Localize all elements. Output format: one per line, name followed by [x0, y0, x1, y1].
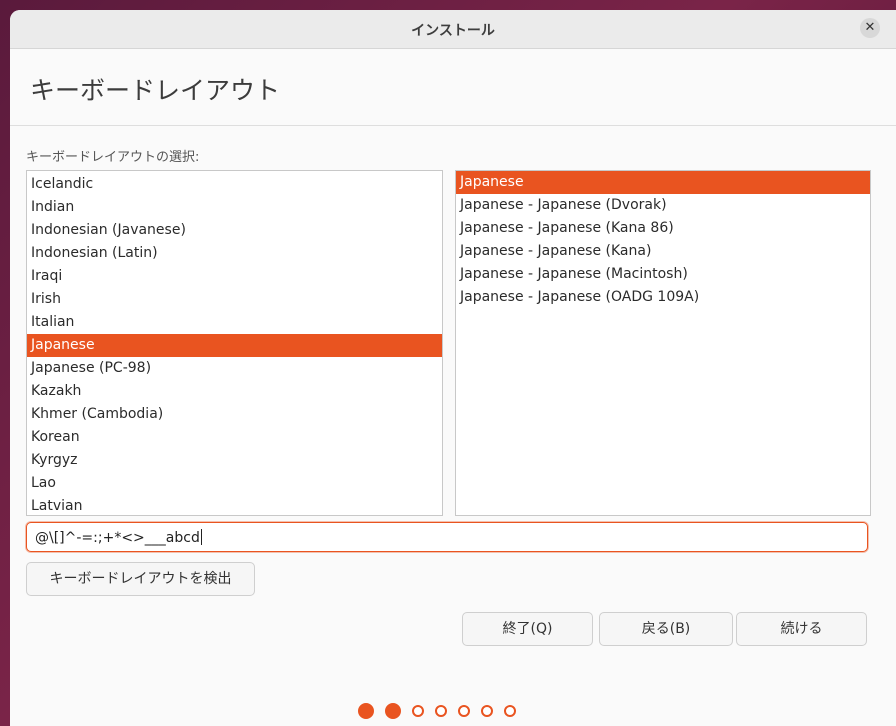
- variant-list-item[interactable]: Japanese - Japanese (Kana 86): [456, 217, 870, 240]
- layout-list-items: Icelandic Indian Indonesian (Javanese) Indo…: [27, 171, 442, 515]
- layout-list-item[interactable]: Latvian: [27, 495, 442, 515]
- variant-list-item[interactable]: Japanese - Japanese (OADG 109A): [456, 286, 870, 309]
- continue-button[interactable]: 続ける: [736, 612, 867, 646]
- quit-button[interactable]: 終了(Q): [462, 612, 593, 646]
- progress-dot: [458, 705, 470, 717]
- page-header: キーボードレイアウト: [10, 49, 896, 126]
- progress-indicator: [358, 703, 516, 721]
- page-title: キーボードレイアウト: [30, 76, 281, 105]
- window-title: インストール: [411, 23, 495, 39]
- layout-list-item[interactable]: Japanese: [27, 334, 442, 357]
- variant-list-item[interactable]: Japanese - Japanese (Dvorak): [456, 194, 870, 217]
- progress-dot: [435, 705, 447, 717]
- layout-list-item[interactable]: Irish: [27, 288, 442, 311]
- installer-window: インストール ✕ キーボードレイアウト キーボードレイアウトの選択: Icela…: [10, 10, 896, 726]
- layout-list-item[interactable]: Indonesian (Javanese): [27, 219, 442, 242]
- layout-list-item[interactable]: Korean: [27, 426, 442, 449]
- layout-list-item[interactable]: Iraqi: [27, 265, 442, 288]
- progress-dot: [358, 703, 374, 719]
- progress-dot: [481, 705, 493, 717]
- layout-list-item[interactable]: Indian: [27, 196, 442, 219]
- layout-list-item[interactable]: Kyrgyz: [27, 449, 442, 472]
- layout-list-item[interactable]: Italian: [27, 311, 442, 334]
- progress-dot: [412, 705, 424, 717]
- variant-list[interactable]: Japanese Japanese - Japanese (Dvorak) Japa…: [455, 170, 871, 516]
- layout-list-item[interactable]: Lao: [27, 472, 442, 495]
- variant-list-item[interactable]: Japanese: [456, 171, 870, 194]
- layout-list-item[interactable]: Kazakh: [27, 380, 442, 403]
- progress-dot: [504, 705, 516, 717]
- keyboard-test-value: @\[]^-=:;+*<>___abcd: [35, 530, 200, 546]
- text-caret: [200, 529, 202, 545]
- keyboard-test-input[interactable]: @\[]^-=:;+*<>___abcd: [26, 522, 868, 552]
- variant-list-items: Japanese Japanese - Japanese (Dvorak) Japa…: [456, 171, 870, 309]
- progress-dot: [385, 703, 401, 719]
- layout-list-item[interactable]: Japanese (PC-98): [27, 357, 442, 380]
- layout-list-item[interactable]: Icelandic: [27, 173, 442, 196]
- layout-select-label: キーボードレイアウトの選択:: [26, 150, 200, 165]
- layout-list-item[interactable]: Indonesian (Latin): [27, 242, 442, 265]
- layout-list[interactable]: Icelandic Indian Indonesian (Javanese) Indo…: [26, 170, 443, 516]
- layout-list-item[interactable]: Khmer (Cambodia): [27, 403, 442, 426]
- variant-list-item[interactable]: Japanese - Japanese (Macintosh): [456, 263, 870, 286]
- variant-list-item[interactable]: Japanese - Japanese (Kana): [456, 240, 870, 263]
- back-button[interactable]: 戻る(B): [599, 612, 733, 646]
- close-button[interactable]: ✕: [860, 18, 880, 38]
- title-bar: インストール ✕: [10, 10, 896, 49]
- detect-layout-button[interactable]: キーボードレイアウトを検出: [26, 562, 255, 596]
- close-icon: ✕: [864, 20, 876, 35]
